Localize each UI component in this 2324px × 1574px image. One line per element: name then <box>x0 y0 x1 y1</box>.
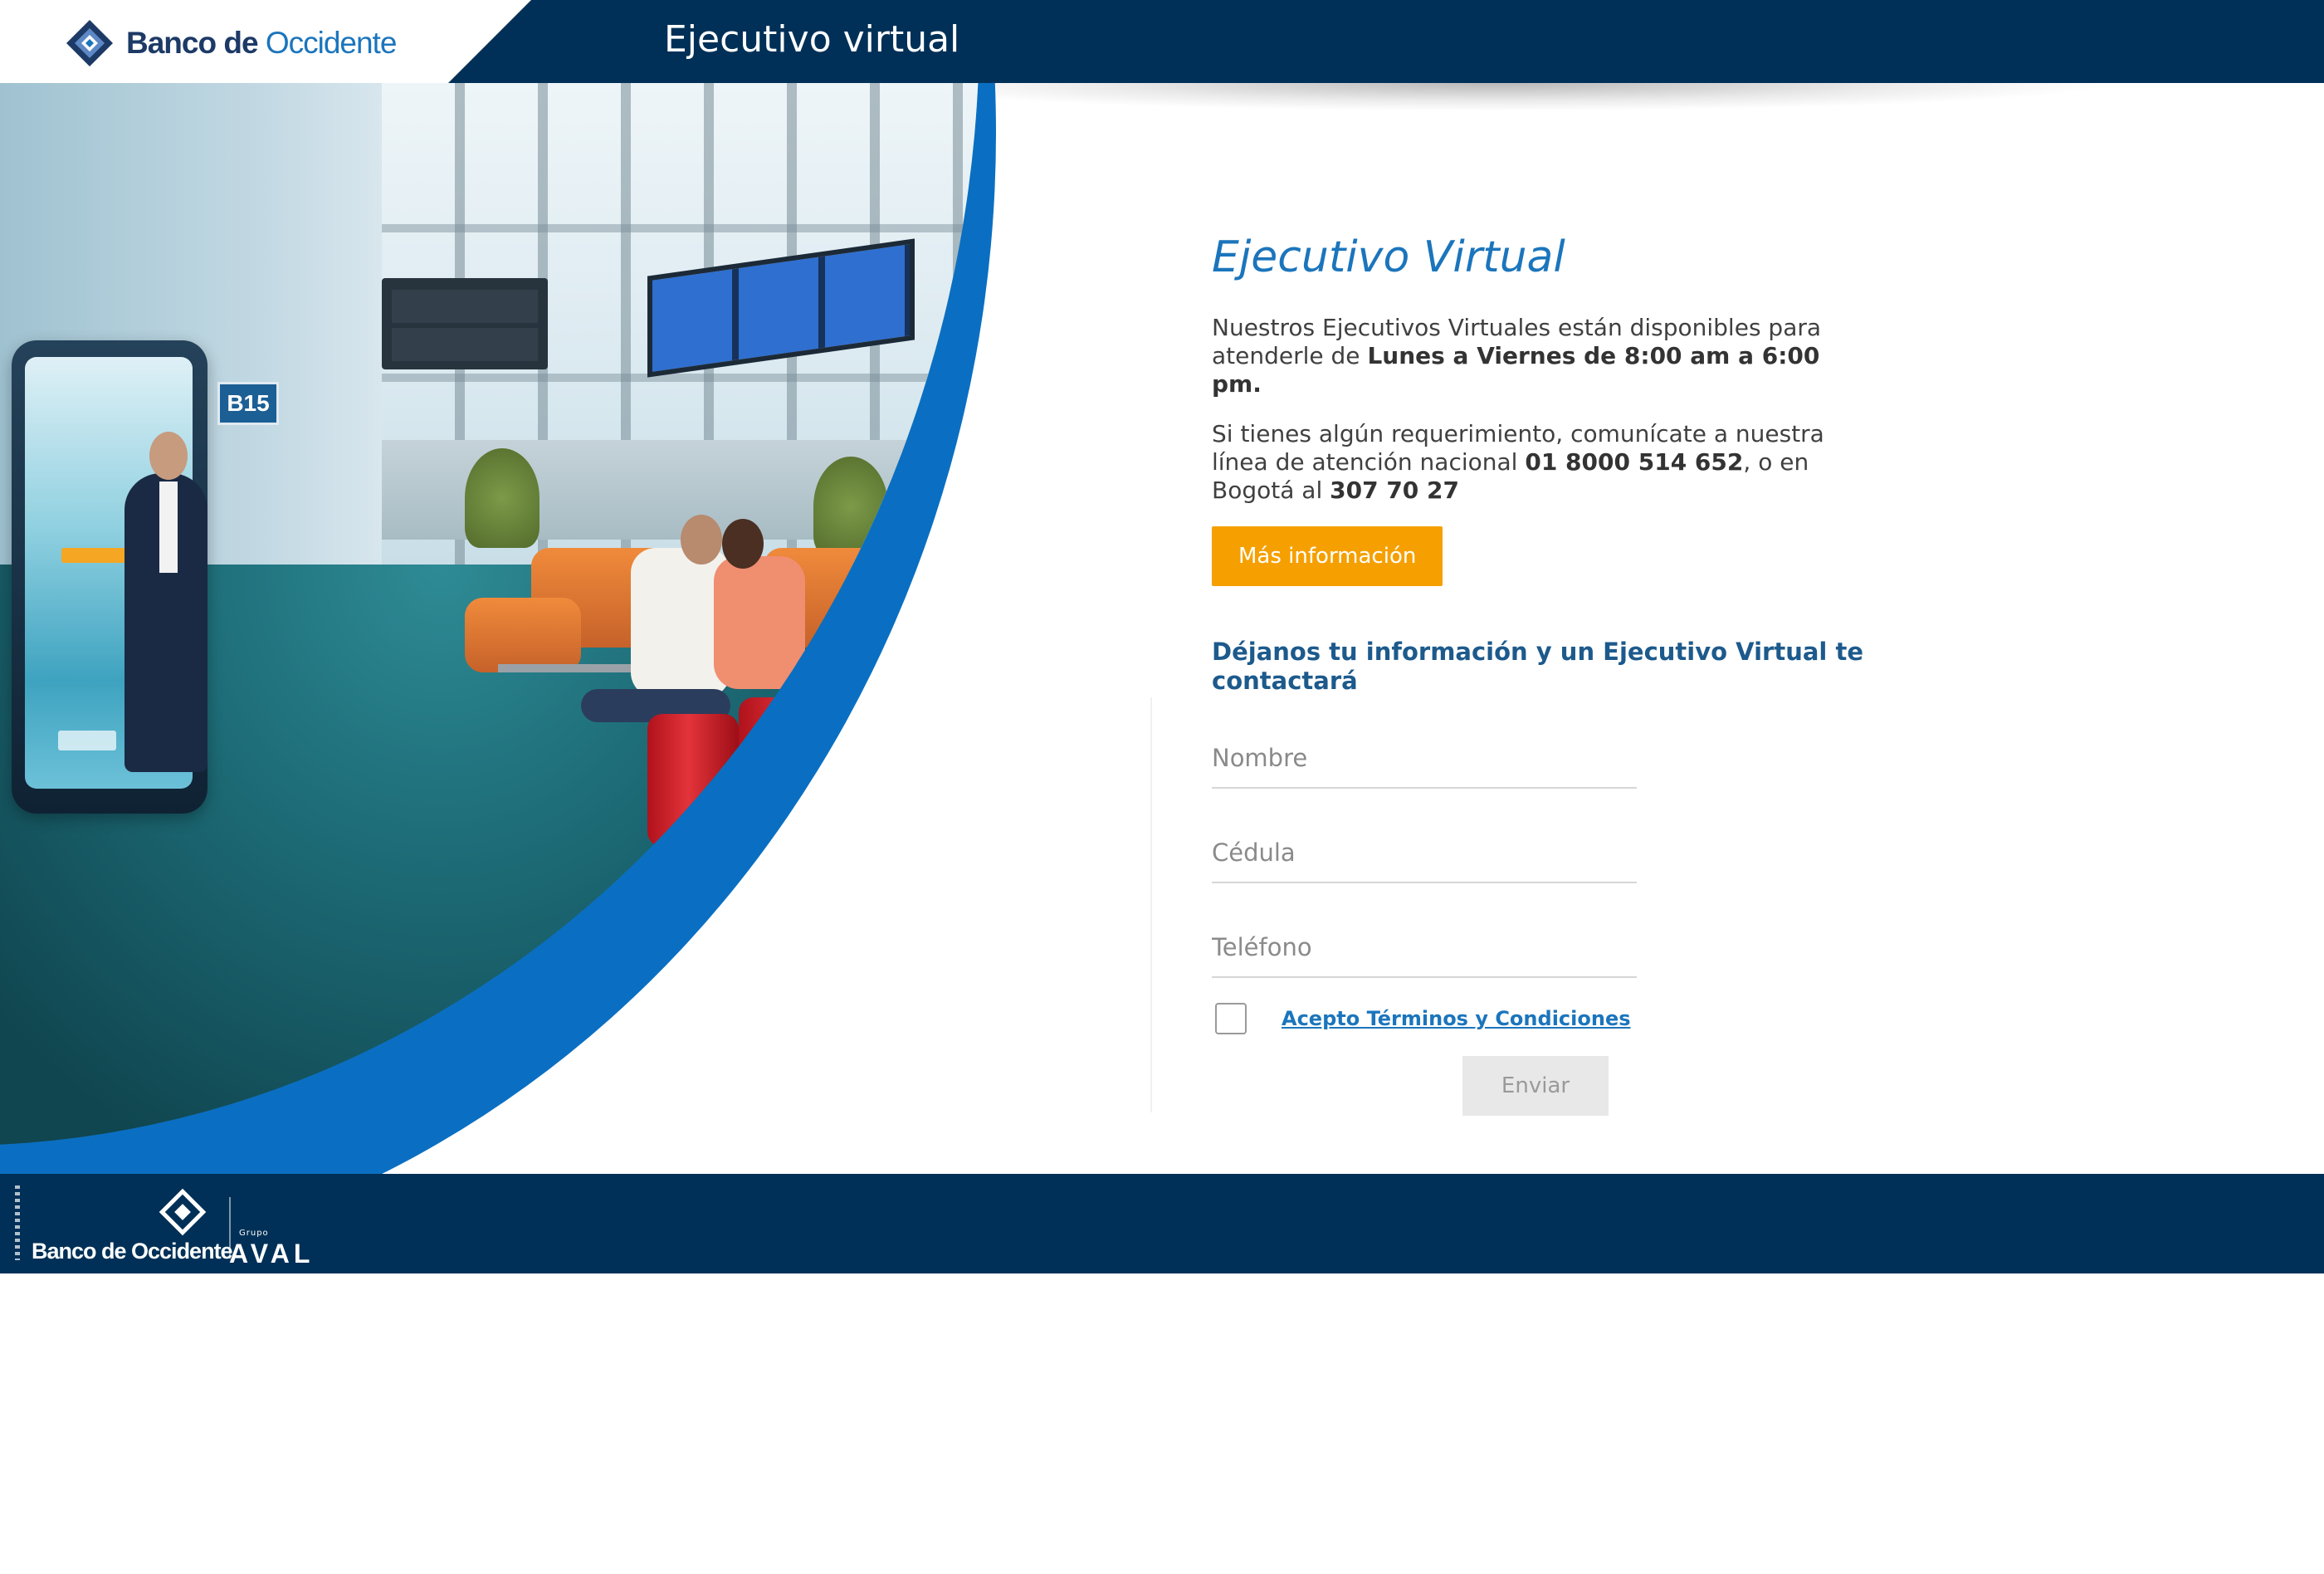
top-header: Banco de Occidente Ejecutivo virtual <box>0 0 2324 83</box>
contact-paragraph: Si tienes algún requerimiento, comunícat… <box>1212 420 1824 504</box>
hero-area: B15 <box>0 83 2324 1174</box>
footer: Banco de Occidente Grupo AVAL <box>0 1174 2324 1273</box>
terms-link[interactable]: Acepto Términos y Condiciones <box>1282 1007 1631 1030</box>
footer-group-name: AVAL <box>229 1239 315 1268</box>
submit-button[interactable]: Enviar <box>1462 1056 1609 1116</box>
section-title: Ejecutivo Virtual <box>1212 232 1565 282</box>
red-suitcase <box>647 714 739 847</box>
terms-row: Acepto Términos y Condiciones <box>1212 1003 1876 1034</box>
bogota-phone: 307 70 27 <box>1330 477 1459 504</box>
availability-paragraph: Nuestros Ejecutivos Virtuales están disp… <box>1212 314 1822 398</box>
contact-form: Acepto Términos y Condiciones Enviar <box>1212 729 1876 1116</box>
form-title: Déjanos tu información y un Ejecutivo Vi… <box>1212 638 1863 695</box>
phone-input[interactable] <box>1212 918 1637 978</box>
diamond-logo-icon <box>159 1188 207 1236</box>
gate-sign: B15 <box>217 382 279 425</box>
national-phone: 01 8000 514 652 <box>1525 448 1744 476</box>
page-title: Ejecutivo virtual <box>664 18 960 61</box>
seat <box>465 598 581 672</box>
plant <box>465 448 540 548</box>
divider <box>1150 697 1152 1112</box>
plant <box>813 457 888 556</box>
brand-logo[interactable]: Banco de Occidente <box>65 10 397 76</box>
traveler <box>714 556 805 689</box>
direction-sign <box>382 278 548 369</box>
airport-photo: B15 <box>0 83 979 1146</box>
main-content: Ejecutivo Virtual Nuestros Ejecutivos Vi… <box>1212 232 1876 1116</box>
footer-vertical-mark <box>15 1185 20 1260</box>
more-info-button[interactable]: Más información <box>1212 526 1443 586</box>
footer-group-label: Grupo <box>239 1229 269 1238</box>
diamond-logo-icon <box>66 20 113 66</box>
red-suitcase <box>739 697 863 855</box>
name-input[interactable] <box>1212 729 1637 789</box>
footer-brand-name: Banco de Occidente <box>32 1239 233 1264</box>
id-number-input[interactable] <box>1212 824 1637 883</box>
brand-wordmark: Banco de Occidente <box>126 26 397 60</box>
terms-checkbox[interactable] <box>1215 1003 1247 1034</box>
